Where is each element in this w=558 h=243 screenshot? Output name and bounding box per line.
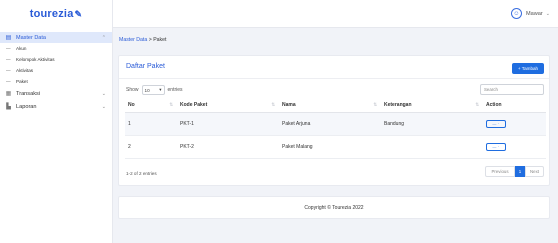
sort-icon: ⇅: [169, 101, 173, 107]
sidebar-item-label: Master Data: [16, 34, 46, 41]
chevron-down-icon: ▾: [159, 87, 162, 92]
dash-icon: —: [6, 46, 11, 51]
cell-nama: Paket Malang: [279, 135, 381, 159]
sidebar-item-label: Transaksi: [16, 90, 41, 97]
table-row: 1 PKT-1 Paket Arjuna Bandung — ·: [125, 112, 546, 136]
sidebar-subitem-label: Akun: [16, 46, 27, 51]
chevron-down-icon: ⌄: [101, 90, 106, 97]
cell-keterangan: [381, 135, 483, 159]
sort-icon: ⇅: [271, 101, 275, 107]
pagination-page-button[interactable]: 1: [515, 166, 525, 177]
sidebar-subitem-aktivitas[interactable]: — Aktivitas: [0, 65, 112, 76]
brand-logo[interactable]: tourezia ✎: [0, 0, 112, 28]
column-header-keterangan[interactable]: Keterangan ⇅: [381, 98, 483, 113]
cell-no: 1: [125, 112, 177, 136]
cell-action: — ·: [483, 135, 546, 159]
sidebar-subitem-label: Aktivitas: [16, 68, 34, 73]
sidebar-nav: ▤ Master Data ⌃ — Akun — Kelompok Aktivi…: [0, 32, 112, 113]
sort-icon: ⇅: [475, 101, 479, 107]
column-header-nama[interactable]: Nama ⇅: [279, 98, 381, 113]
table-icon: ▦: [5, 91, 12, 97]
cell-kode: PKT-1: [177, 112, 279, 136]
table-row: 2 PKT-2 Paket Malang — ·: [125, 135, 546, 159]
chevron-up-icon: ⌃: [101, 34, 106, 41]
page-title: Daftar Paket: [126, 63, 165, 70]
column-header-no[interactable]: No ⇅: [125, 98, 177, 113]
sidebar-item-transaksi[interactable]: ▦ Transaksi ⌄: [0, 87, 112, 100]
sidebar-subitem-akun[interactable]: — Akun: [0, 43, 112, 54]
footer: Copyright © Tourezia 2022: [118, 196, 550, 219]
brand-name: tourezia: [29, 8, 74, 20]
dash-icon: —: [6, 79, 11, 84]
dash-icon: —: [6, 57, 11, 62]
column-header-action: Action: [483, 98, 546, 113]
paket-table: No ⇅ Kode Paket ⇅ Nama ⇅ Keterangan ⇅ Action…: [125, 98, 546, 159]
divider: [119, 78, 549, 79]
pagination-previous-button[interactable]: Previous: [485, 166, 515, 177]
sidebar-subitem-label: Kelompok Aktivitas: [16, 57, 55, 62]
chevron-down-icon: ⌄: [101, 103, 106, 110]
action-dropdown-button[interactable]: — ·: [486, 142, 506, 151]
action-dropdown-button[interactable]: — ·: [486, 119, 506, 128]
report-icon: ▙: [6, 104, 11, 110]
table-header-row: No ⇅ Kode Paket ⇅ Nama ⇅ Keterangan ⇅ Action: [125, 98, 546, 113]
sidebar-item-master-data[interactable]: ▤ Master Data ⌃: [0, 32, 112, 43]
sidebar-subitem-kelompok-aktivitas[interactable]: — Kelompok Aktivitas: [0, 54, 112, 65]
breadcrumb: Master Data > Paket: [119, 37, 166, 43]
show-label: Show: [126, 87, 139, 93]
pagination: Previous 1 Next: [485, 166, 544, 177]
entries-select[interactable]: 10 ▾: [141, 85, 165, 95]
entries-length-control: Show 10 ▾ entries: [126, 85, 183, 95]
breadcrumb-current: Paket: [153, 37, 167, 43]
sidebar-item-label: Laporan: [16, 103, 37, 110]
table-info: 1-2 of 2 entries: [126, 171, 157, 176]
user-menu[interactable]: ☺ Mawar ⌄: [511, 8, 550, 19]
sort-icon: ⇅: [373, 101, 377, 107]
paket-card: Daftar Paket + Tambah Show 10 ▾ entries …: [118, 55, 550, 186]
cell-action: — ·: [483, 112, 546, 136]
cell-no: 2: [125, 135, 177, 159]
entries-label: entries: [167, 87, 183, 93]
copyright-text: Copyright © Tourezia 2022: [304, 204, 364, 211]
database-icon: ▤: [5, 35, 12, 41]
column-header-kode-paket[interactable]: Kode Paket ⇅: [177, 98, 279, 113]
cell-kode: PKT-2: [177, 135, 279, 159]
topbar: ☺ Mawar ⌄: [113, 0, 558, 28]
pagination-next-button[interactable]: Next: [525, 166, 544, 177]
search-input[interactable]: Search: [480, 84, 544, 95]
add-paket-button[interactable]: + Tambah: [512, 63, 544, 74]
sidebar-item-laporan[interactable]: ▙ Laporan ⌄: [0, 100, 112, 113]
sidebar-subitem-paket[interactable]: — Paket: [0, 76, 112, 87]
breadcrumb-separator: >: [148, 37, 152, 43]
cell-nama: Paket Arjuna: [279, 112, 381, 136]
chevron-down-icon: ⌄: [545, 10, 550, 17]
breadcrumb-parent[interactable]: Master Data: [119, 37, 147, 43]
dash-icon: —: [6, 68, 11, 73]
sidebar-subitem-label: Paket: [16, 79, 28, 84]
cell-keterangan: Bandung: [381, 112, 483, 136]
user-name: Mawar: [526, 10, 543, 17]
entries-select-value: 10: [144, 87, 150, 93]
feather-icon: ✎: [74, 8, 83, 19]
user-circle-icon: ☺: [511, 8, 522, 19]
sidebar: tourezia ✎ ▤ Master Data ⌃ — Akun — Kelom…: [0, 0, 113, 243]
